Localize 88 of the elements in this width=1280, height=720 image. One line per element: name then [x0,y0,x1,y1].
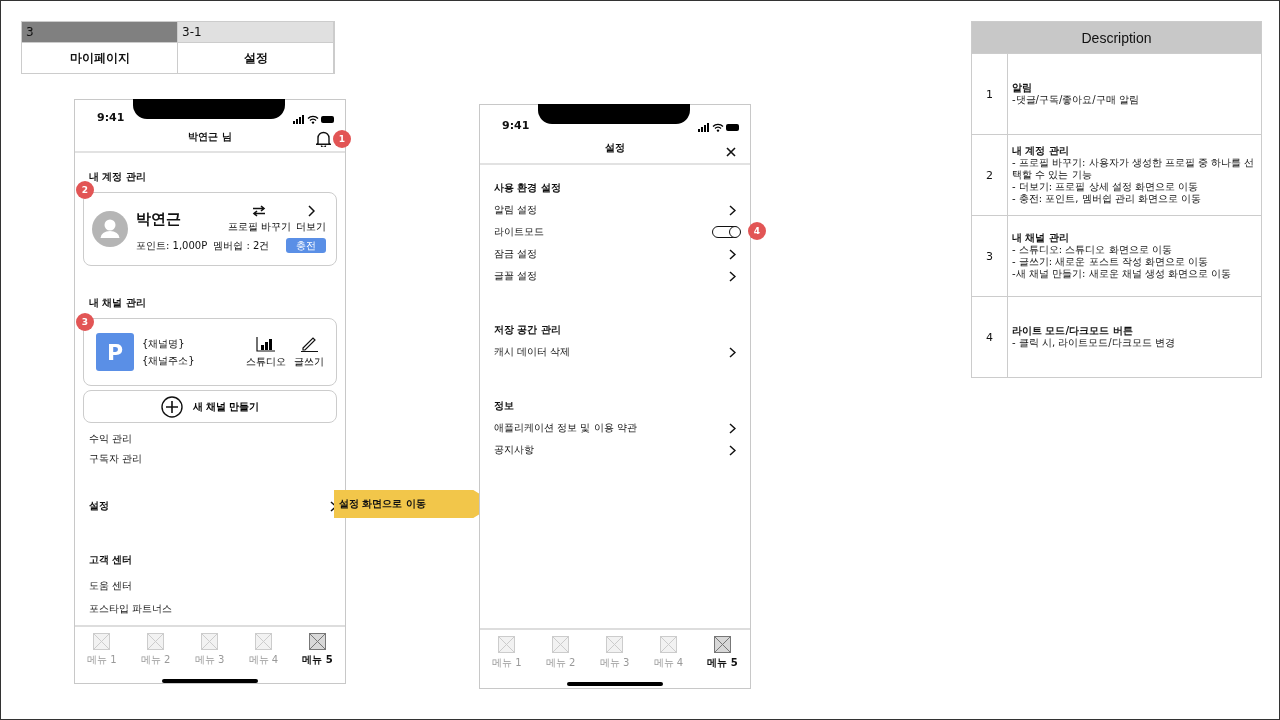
write-button[interactable]: 글쓰기 [294,335,324,369]
description-heading: 내 채널 관리 [1012,232,1070,244]
section-heading: 정보 [494,399,515,413]
description-text: - 클릭 시, 라이트모드/다크모드 변경 [1012,337,1176,349]
channel-logo: P [96,333,134,371]
plus-circle-icon [160,395,183,418]
status-icons [698,123,740,132]
channel-address: {채널주소} [142,353,196,368]
settings-item[interactable]: 잠금 설정 [494,247,538,261]
section-heading: 고객 센터 [89,553,134,567]
description-text: - 충전: 포인트, 멤버쉽 관리 화면으로 이동 [1012,193,1203,205]
settings-item[interactable]: 공지사항 [494,443,534,457]
page-number: 3-1 [178,22,334,42]
studio-button[interactable]: 스튜디오 [246,335,286,369]
description-title: Description [1081,29,1152,46]
user-name: 박연근 [136,210,181,229]
annotation-badge: 1 [333,129,351,148]
bar-chart-icon [256,335,276,352]
section-heading: 사용 환경 설정 [494,181,562,195]
page-title: 마이페이지 [22,42,178,73]
chevron-right-icon[interactable] [729,422,736,434]
chevron-right-icon[interactable] [729,204,736,216]
tab-bar-item[interactable]: 메뉴 5 [302,633,333,667]
bell-icon[interactable] [316,129,331,147]
image-placeholder-icon [254,633,272,650]
switch-profile-button[interactable]: 프로필 바꾸기 [227,205,291,234]
settings-item[interactable]: 알림 설정 [494,203,538,217]
section-heading: 내 계정 관리 [89,170,147,184]
image-placeholder-icon [201,633,218,650]
toggle-switch[interactable] [712,226,740,238]
image-placeholder-icon [659,636,677,653]
description-text: - 스튜디오: 스튜디오 화면으로 이동 [1012,244,1173,256]
annotation-badge: 2 [76,181,94,199]
description-number: 2 [972,135,1008,215]
channel-name: {채널명} [142,336,186,351]
image-placeholder-icon [309,633,327,650]
status-icons [293,114,335,124]
avatar-icon [92,211,128,247]
settings-item[interactable]: 글꼴 설정 [494,269,538,283]
membership-text: 멤버쉽 : 2건 [213,238,270,253]
description-text: - 프로필 바꾸기: 사용자가 생성한 프로필 중 하나를 선택할 수 있는 기능 [1012,157,1256,181]
menu-item[interactable]: 도움 센터 [89,579,337,593]
more-button[interactable]: 더보기 [296,205,326,234]
chevron-right-icon [307,205,315,217]
new-channel-button[interactable]: 새 채널 만들기 [83,390,337,423]
menu-item[interactable]: 포스타입 파트너스 [89,602,337,616]
tab-bar-item[interactable]: 메뉴 5 [707,636,738,670]
description-number: 4 [972,297,1008,377]
chevron-right-icon[interactable] [729,270,736,282]
swap-arrows-icon [252,205,267,217]
header-title: 박연근 님 [188,130,232,145]
description-number: 1 [972,54,1008,134]
annotation-badge: 4 [748,222,766,240]
settings-item[interactable]: 설정 [89,499,109,513]
section-heading: 내 채널 관리 [89,296,147,310]
settings-item[interactable]: 애플리케이션 정보 및 이용 약관 [494,421,637,435]
chevron-right-icon[interactable] [729,346,736,358]
image-placeholder-icon [606,636,623,653]
page-number: 3 [22,22,178,42]
image-placeholder-icon [147,633,165,650]
image-placeholder-icon [714,636,732,653]
settings-item[interactable]: 라이트모드 [494,225,544,239]
chevron-right-icon[interactable] [729,248,736,260]
annotation-badge: 3 [76,313,94,331]
description-heading: 라이트 모드/다크모드 버튼 [1012,325,1134,337]
description-text: - 더보기: 프로필 상세 설정 화면으로 이동 [1012,181,1200,193]
image-placeholder-icon [498,636,516,653]
description-heading: 알림 [1012,82,1033,94]
header-title: 설정 [605,140,625,155]
status-time: 9:41 [502,119,530,132]
description-number: 3 [972,216,1008,296]
close-icon[interactable] [726,147,736,157]
description-text: - 글쓰기: 새로운 포스트 작성 화면으로 이동 [1012,256,1210,268]
chevron-right-icon[interactable] [729,444,736,456]
menu-item[interactable]: 수익 관리 [89,432,337,446]
pencil-icon [299,335,319,352]
page-title: 설정 [178,42,334,73]
status-time: 9:41 [97,110,125,124]
section-heading: 저장 공간 관리 [494,323,562,337]
points-text: 포인트: 1,000P [136,238,208,253]
menu-item[interactable]: 구독자 관리 [89,452,337,466]
description-text: -댓글/구독/좋아요/구매 알림 [1012,94,1140,106]
description-text: -새 채널 만들기: 새로운 채널 생성 화면으로 이동 [1012,268,1233,280]
image-placeholder-icon [552,636,570,653]
image-placeholder-icon [93,633,111,650]
description-heading: 내 계정 관리 [1012,145,1070,157]
arrow-note: 설정 화면으로 이동 [339,497,426,511]
settings-item[interactable]: 캐시 데이터 삭제 [494,345,571,359]
